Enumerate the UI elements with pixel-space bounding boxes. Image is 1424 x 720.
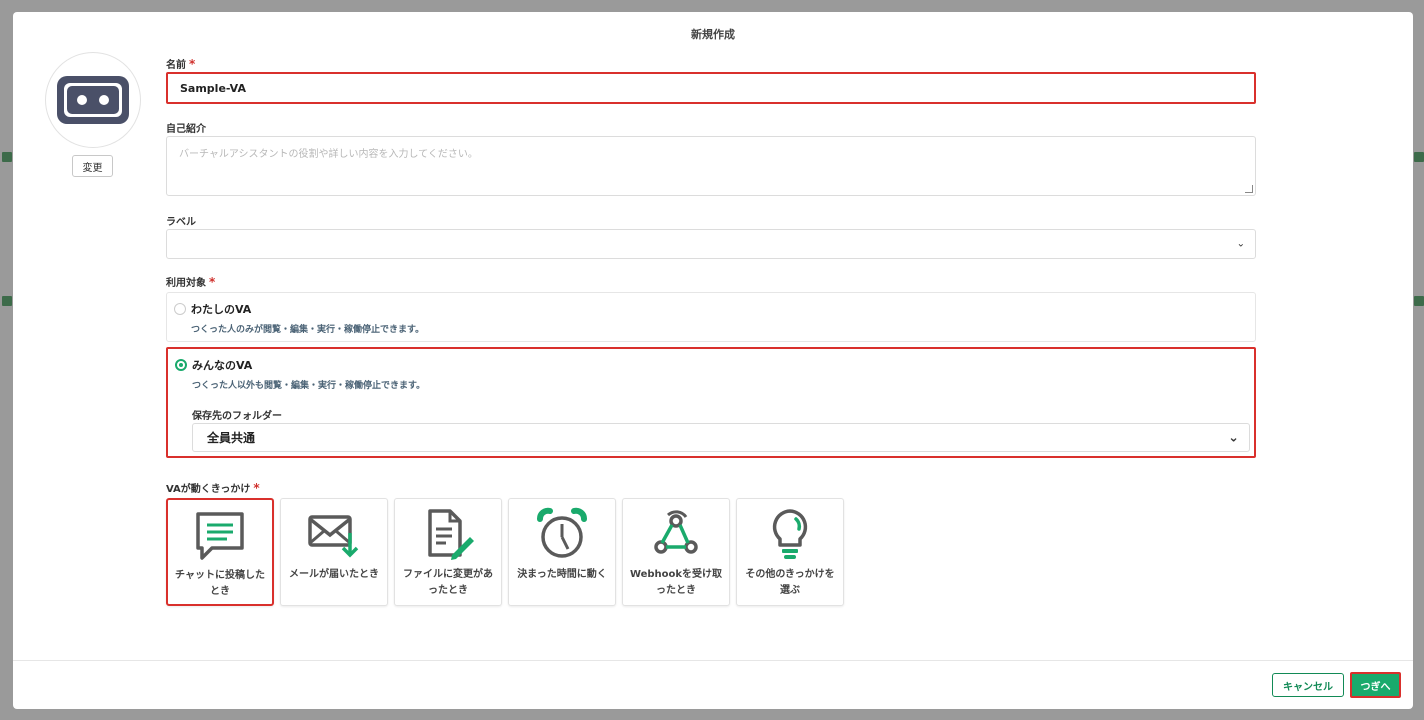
trigger-label: ファイルに変更があったとき [403,569,493,596]
label-select[interactable]: ⌄ [166,229,1256,259]
webhook-icon [654,510,698,554]
trigger-file-changed[interactable]: ファイルに変更があったとき [394,498,502,606]
create-va-modal: 新規作成 変更 名前 * Sample-VA 自己紹介 バーチャルアシスタントの役… [13,12,1413,709]
background-app-icon [2,296,12,306]
required-mark: * [253,481,260,495]
required-mark: * [189,57,196,71]
audience-option-all[interactable]: みんなのVA つくった人以外も閲覧・編集・実行・稼働停止できます。 保存先のフォ… [166,347,1256,458]
radio-all[interactable] [175,359,187,371]
background-app-icon [1414,152,1424,162]
resize-grip-icon[interactable] [1245,185,1253,193]
intro-textarea[interactable]: バーチャルアシスタントの役割や詳しい内容を入力してください。 [166,136,1256,196]
audience-label: 利用対象 * [166,274,215,289]
trigger-chat-post[interactable]: チャットに投稿したとき [166,498,274,606]
background-app-icon [2,152,12,162]
file-edit-icon [428,509,474,560]
name-input[interactable]: Sample-VA [166,72,1256,104]
name-label-text: 名前 [166,60,186,71]
trigger-label: メールが届いたとき [289,569,379,580]
intro-placeholder: バーチャルアシスタントの役割や詳しい内容を入力してください。 [179,149,478,160]
avatar [45,52,141,148]
option-title: みんなのVA [192,359,253,372]
trigger-label: その他のきっかけを選ぶ [745,569,835,596]
next-button[interactable]: つぎへ [1350,672,1401,698]
option-title: わたしのVA [191,303,252,316]
folder-value: 全員共通 [207,431,256,445]
audience-option-mine[interactable]: わたしのVA つくった人のみが閲覧・編集・実行・稼働停止できます。 [166,292,1256,342]
option-description: つくった人以外も閲覧・編集・実行・稼働停止できます。 [192,381,426,391]
trigger-label: Webhookを受け取ったとき [629,569,723,596]
footer-divider [13,660,1413,661]
trigger-label: チャットに投稿したとき [175,570,265,597]
folder-label: 保存先のフォルダー [192,411,282,422]
label-field-label: ラベル [166,217,196,228]
trigger-scheduled[interactable]: 決まった時間に動く [508,498,616,606]
trigger-mail-received[interactable]: メールが届いたとき [280,498,388,606]
intro-label: 自己紹介 [166,124,206,135]
folder-select[interactable]: 全員共通 ⌄ [192,423,1250,452]
chevron-down-icon: ⌄ [1236,238,1245,250]
change-avatar-button[interactable]: 変更 [72,155,113,177]
trigger-label: 決まった時間に動く [517,569,607,580]
robot-face-icon [57,76,129,124]
triggers-label-text: VAが動くきっかけ [166,484,251,495]
lightbulb-icon [772,509,808,559]
mail-download-icon [308,515,359,558]
radio-mine[interactable] [174,303,186,315]
option-description: つくった人のみが閲覧・編集・実行・稼働停止できます。 [191,325,425,335]
triggers-label: VAが動くきっかけ * [166,480,260,495]
trigger-webhook[interactable]: Webhookを受け取ったとき [622,498,730,606]
audience-label-text: 利用対象 [166,278,206,289]
required-mark: * [209,275,216,289]
cancel-button[interactable]: キャンセル [1272,673,1344,697]
trigger-other[interactable]: その他のきっかけを選ぶ [736,498,844,606]
chevron-down-icon: ⌄ [1228,430,1239,445]
background-app-icon [1414,296,1424,306]
modal-title: 新規作成 [691,28,735,41]
name-label: 名前 * [166,56,195,71]
alarm-clock-icon [537,507,587,558]
chat-bubble-icon [196,512,244,560]
